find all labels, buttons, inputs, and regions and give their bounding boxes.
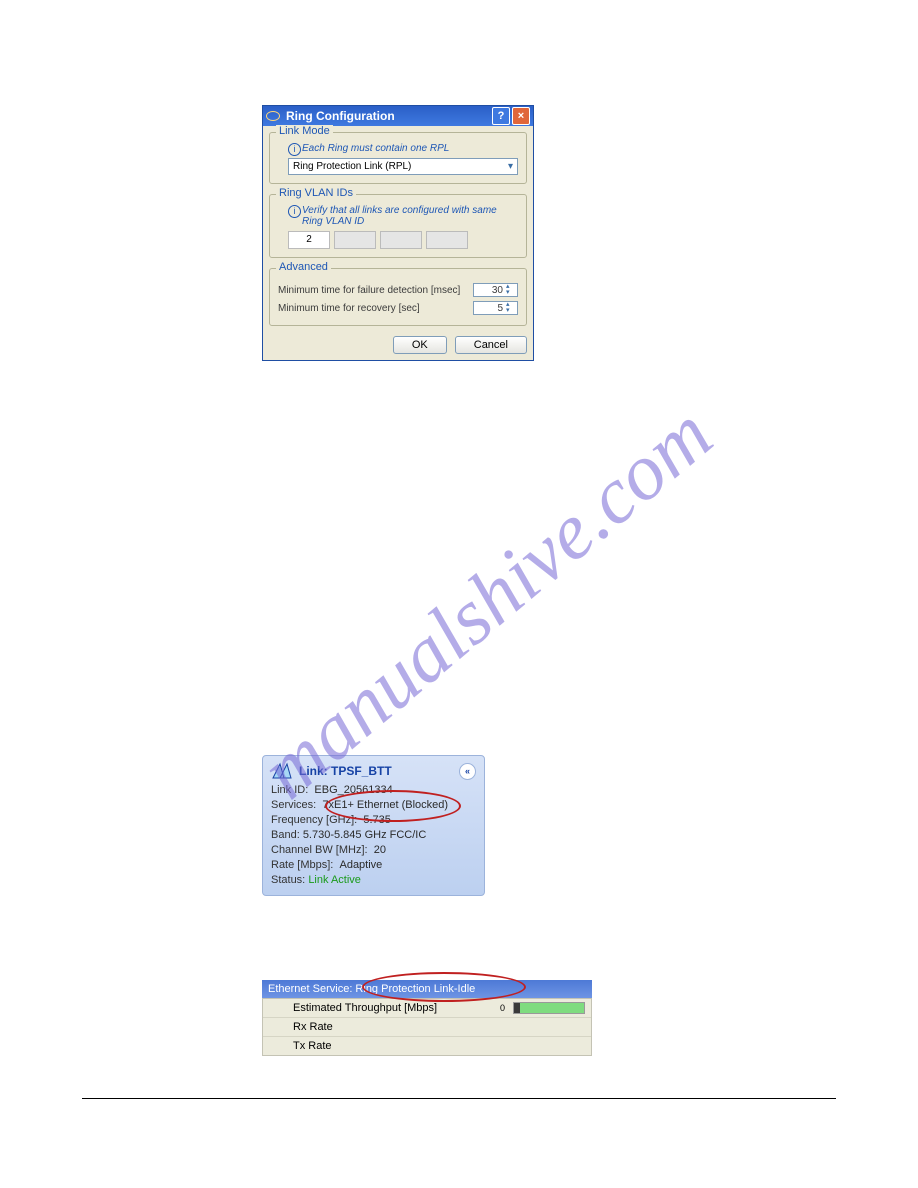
vlan-field-1[interactable]: 2 — [288, 231, 330, 249]
throughput-value: 0 — [500, 1003, 505, 1013]
cancel-button[interactable]: Cancel — [455, 336, 527, 354]
help-icon[interactable]: ? — [492, 107, 510, 125]
watermark: manualshive.com — [244, 389, 730, 817]
ring-vlan-hint: Verify that all links are configured wit… — [288, 205, 518, 227]
vlan-field-3 — [380, 231, 422, 249]
dialog-titlebar[interactable]: Ring Configuration ? × — [263, 106, 533, 126]
ethernet-service-panel: Ethernet Service: Ring Protection Link-I… — [262, 980, 592, 1056]
band-label: Band: — [271, 829, 300, 841]
throughput-label: Estimated Throughput [Mbps] — [293, 1002, 492, 1014]
combo-value: Ring Protection Link (RPL) — [293, 161, 508, 172]
tx-rate-label: Tx Rate — [293, 1040, 332, 1052]
dialog-title: Ring Configuration — [286, 109, 490, 123]
link-mode-group: Link Mode Each Ring must contain one RPL… — [269, 132, 527, 184]
link-icon — [271, 762, 293, 780]
ok-button[interactable]: OK — [393, 336, 447, 354]
collapse-icon[interactable]: « — [459, 763, 476, 780]
rate-value: Adaptive — [339, 859, 382, 871]
failure-detect-value: 30 — [475, 285, 506, 296]
failure-detect-spinner[interactable]: 30 — [473, 283, 518, 297]
card-header: Link: TPSF_BTT « — [271, 762, 476, 780]
card-title: Link: TPSF_BTT — [299, 764, 459, 778]
bw-label: Channel BW [MHz]: — [271, 844, 368, 856]
status-value: Link Active — [308, 874, 361, 886]
link-mode-legend: Link Mode — [276, 125, 333, 137]
band-value: 5.730-5.845 GHz FCC/IC — [303, 829, 427, 841]
recovery-value: 5 — [475, 303, 506, 314]
recovery-spinner[interactable]: 5 — [473, 301, 518, 315]
link-mode-combo[interactable]: Ring Protection Link (RPL) — [288, 158, 518, 175]
app-icon — [266, 111, 280, 121]
throughput-bar — [513, 1002, 585, 1014]
advanced-group: Advanced Minimum time for failure detect… — [269, 268, 527, 326]
vlan-field-2 — [334, 231, 376, 249]
failure-detect-label: Minimum time for failure detection [msec… — [278, 285, 473, 296]
recovery-label: Minimum time for recovery [sec] — [278, 303, 473, 314]
ring-vlan-group: Ring VLAN IDs Verify that all links are … — [269, 194, 527, 258]
linkid-label: Link ID: — [271, 784, 308, 796]
services-label: Services: — [271, 799, 316, 811]
advanced-legend: Advanced — [276, 261, 331, 273]
rx-rate-label: Rx Rate — [293, 1021, 333, 1033]
status-label: Status: — [271, 874, 305, 886]
link-info-card: Link: TPSF_BTT « Link ID: EBG_20561334 S… — [262, 755, 485, 896]
callout-oval-services — [325, 790, 461, 822]
spinner-buttons[interactable] — [506, 284, 516, 296]
rate-label: Rate [Mbps]: — [271, 859, 333, 871]
vlan-field-4 — [426, 231, 468, 249]
divider — [82, 1098, 836, 1099]
bw-value: 20 — [374, 844, 386, 856]
close-icon[interactable]: × — [512, 107, 530, 125]
link-mode-hint: Each Ring must contain one RPL — [288, 143, 518, 154]
ring-vlan-legend: Ring VLAN IDs — [276, 187, 356, 199]
spinner-buttons[interactable] — [506, 302, 516, 314]
callout-oval-service — [362, 972, 526, 1002]
ring-config-dialog: Ring Configuration ? × Link Mode Each Ri… — [262, 105, 534, 361]
